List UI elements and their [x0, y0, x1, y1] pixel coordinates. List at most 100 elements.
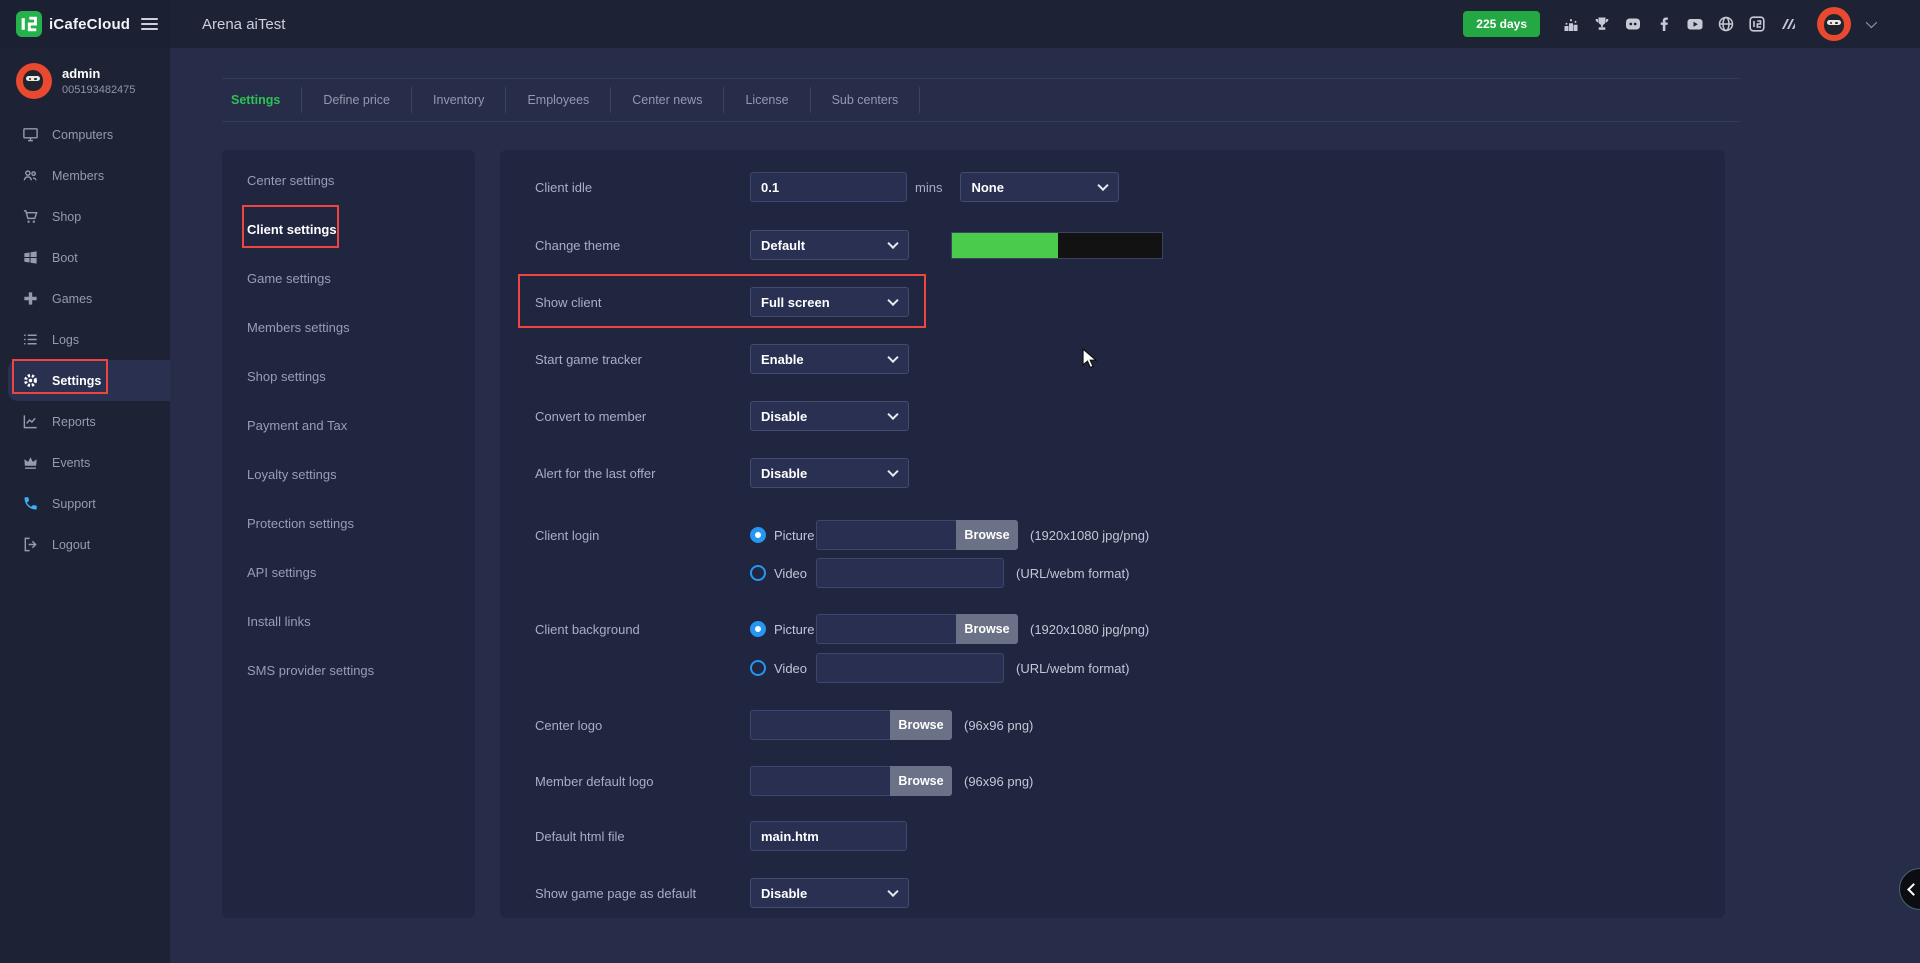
row-client-idle: Client idle mins None	[535, 172, 1119, 202]
tab-define-price[interactable]: Define price	[302, 93, 411, 107]
tab-center-news[interactable]: Center news	[611, 93, 723, 107]
alert-last-offer-select[interactable]: Disable	[750, 458, 909, 488]
client-idle-action-select[interactable]: None	[960, 172, 1119, 202]
client-idle-unit: mins	[915, 180, 942, 195]
sidebar-item-label: Reports	[52, 415, 96, 429]
sidebar-item-games[interactable]: Games	[0, 278, 170, 319]
row-start-game-tracker: Start game tracker Enable	[535, 344, 909, 374]
center-logo-browse-button[interactable]: Browse	[890, 710, 952, 740]
client-background-picture-input[interactable]	[816, 614, 956, 644]
settings-nav-sms-provider-settings[interactable]: SMS provider settings	[222, 646, 475, 695]
start-game-tracker-select[interactable]: Enable	[750, 344, 909, 374]
client-background-video-input[interactable]	[816, 653, 1004, 683]
row-default-html-file: Default html file	[535, 821, 907, 851]
settings-nav-install-links[interactable]: Install links	[222, 597, 475, 646]
member-default-logo-input[interactable]	[750, 766, 890, 796]
sidebar-item-events[interactable]: Events	[0, 442, 170, 483]
discord-icon[interactable]	[1623, 14, 1643, 34]
client-background-video-radio[interactable]	[750, 660, 766, 676]
show-client-select[interactable]: Full screen	[750, 287, 909, 317]
settings-nav-payment-and-tax[interactable]: Payment and Tax	[222, 401, 475, 450]
field-label: Client background	[535, 622, 750, 637]
tab-sub-centers[interactable]: Sub centers	[811, 93, 920, 107]
picture-format-hint: (1920x1080 jpg/png)	[1030, 528, 1149, 543]
sidebar-item-members[interactable]: Members	[0, 155, 170, 196]
row-center-logo: Center logo Browse (96x96 png)	[535, 710, 1033, 740]
sidebar-item-support[interactable]: Support	[0, 483, 170, 524]
center-logo-input[interactable]	[750, 710, 890, 740]
brand-area: iCafeCloud	[0, 0, 170, 48]
sidebar-item-boot[interactable]: Boot	[0, 237, 170, 278]
select-value: Enable	[761, 352, 804, 367]
field-label: Member default logo	[535, 774, 750, 789]
gamepad-icon	[22, 290, 39, 307]
sidebar-item-settings[interactable]: Settings	[8, 360, 170, 401]
icafecloud-app: { "topbar": { "brand": "iCafeCloud", "ti…	[0, 0, 1920, 963]
client-background-picture-radio[interactable]	[750, 621, 766, 637]
select-value: None	[971, 180, 1004, 195]
tab-employees[interactable]: Employees	[506, 93, 610, 107]
row-change-theme: Change theme Default	[535, 230, 1163, 260]
topbar-actions: 225 days	[1463, 0, 1874, 48]
hamburger-menu-icon[interactable]	[141, 18, 158, 31]
main-content: Settings Define price Inventory Employee…	[170, 48, 1920, 963]
settings-nav-shop-settings[interactable]: Shop settings	[222, 352, 475, 401]
settings-nav-center-settings[interactable]: Center settings	[222, 156, 475, 205]
row-show-game-page: Show game page as default Disable	[535, 878, 909, 908]
client-login-picture-radio[interactable]	[750, 527, 766, 543]
client-idle-input[interactable]	[750, 172, 907, 202]
settings-nav-game-settings[interactable]: Game settings	[222, 254, 475, 303]
avatar-chevron-down-icon[interactable]	[1866, 17, 1877, 28]
video-format-hint: (URL/webm format)	[1016, 566, 1129, 581]
client-login-picture-input[interactable]	[816, 520, 956, 550]
user-avatar[interactable]	[1817, 7, 1851, 41]
tab-settings[interactable]: Settings	[222, 93, 301, 107]
client-background-picture-browse-button[interactable]: Browse	[956, 614, 1018, 644]
globe-icon[interactable]	[1716, 14, 1736, 34]
show-game-page-select[interactable]: Disable	[750, 878, 909, 908]
tab-license[interactable]: License	[724, 93, 809, 107]
profile-avatar[interactable]	[16, 63, 52, 99]
field-label: Alert for the last offer	[535, 466, 750, 481]
sidebar-item-logs[interactable]: Logs	[0, 319, 170, 360]
sidebar-nav: Computers Members Shop Boot Games Logs S…	[0, 114, 170, 565]
meta-icon[interactable]	[1778, 14, 1798, 34]
settings-nav-protection-settings[interactable]: Protection settings	[222, 499, 475, 548]
icafecloud-icon[interactable]	[1747, 14, 1767, 34]
field-label: Change theme	[535, 238, 750, 253]
facebook-icon[interactable]	[1654, 14, 1674, 34]
row-client-login-video: Video (URL/webm format)	[535, 558, 1129, 588]
video-format-hint: (URL/webm format)	[1016, 661, 1129, 676]
tab-inventory[interactable]: Inventory	[412, 93, 505, 107]
list-icon	[22, 331, 39, 348]
radio-label: Picture	[774, 622, 814, 637]
client-login-video-radio[interactable]	[750, 565, 766, 581]
select-value: Full screen	[761, 295, 830, 310]
gear-icon	[22, 372, 39, 389]
logo-format-hint: (96x96 png)	[964, 718, 1033, 733]
youtube-icon[interactable]	[1685, 14, 1705, 34]
ranking-icon[interactable]	[1561, 14, 1581, 34]
sidebar-item-shop[interactable]: Shop	[0, 196, 170, 237]
trophy-icon[interactable]	[1592, 14, 1612, 34]
row-show-client: Show client Full screen	[535, 287, 909, 317]
chevron-left-icon	[1907, 883, 1920, 896]
client-login-picture-browse-button[interactable]: Browse	[956, 520, 1018, 550]
client-login-video-input[interactable]	[816, 558, 1004, 588]
default-html-file-input[interactable]	[750, 821, 907, 851]
settings-nav-loyalty-settings[interactable]: Loyalty settings	[222, 450, 475, 499]
sidebar-item-logout[interactable]: Logout	[0, 524, 170, 565]
settings-nav-client-settings[interactable]: Client settings	[222, 205, 475, 254]
chart-icon	[22, 413, 39, 430]
sidebar-item-computers[interactable]: Computers	[0, 114, 170, 155]
member-default-logo-browse-button[interactable]: Browse	[890, 766, 952, 796]
settings-nav-api-settings[interactable]: API settings	[222, 548, 475, 597]
field-label: Center logo	[535, 718, 750, 733]
settings-nav-members-settings[interactable]: Members settings	[222, 303, 475, 352]
sidebar-item-reports[interactable]: Reports	[0, 401, 170, 442]
days-remaining-badge[interactable]: 225 days	[1463, 11, 1540, 37]
row-convert-to-member: Convert to member Disable	[535, 401, 909, 431]
convert-to-member-select[interactable]: Disable	[750, 401, 909, 431]
change-theme-select[interactable]: Default	[750, 230, 909, 260]
field-label: Default html file	[535, 829, 750, 844]
